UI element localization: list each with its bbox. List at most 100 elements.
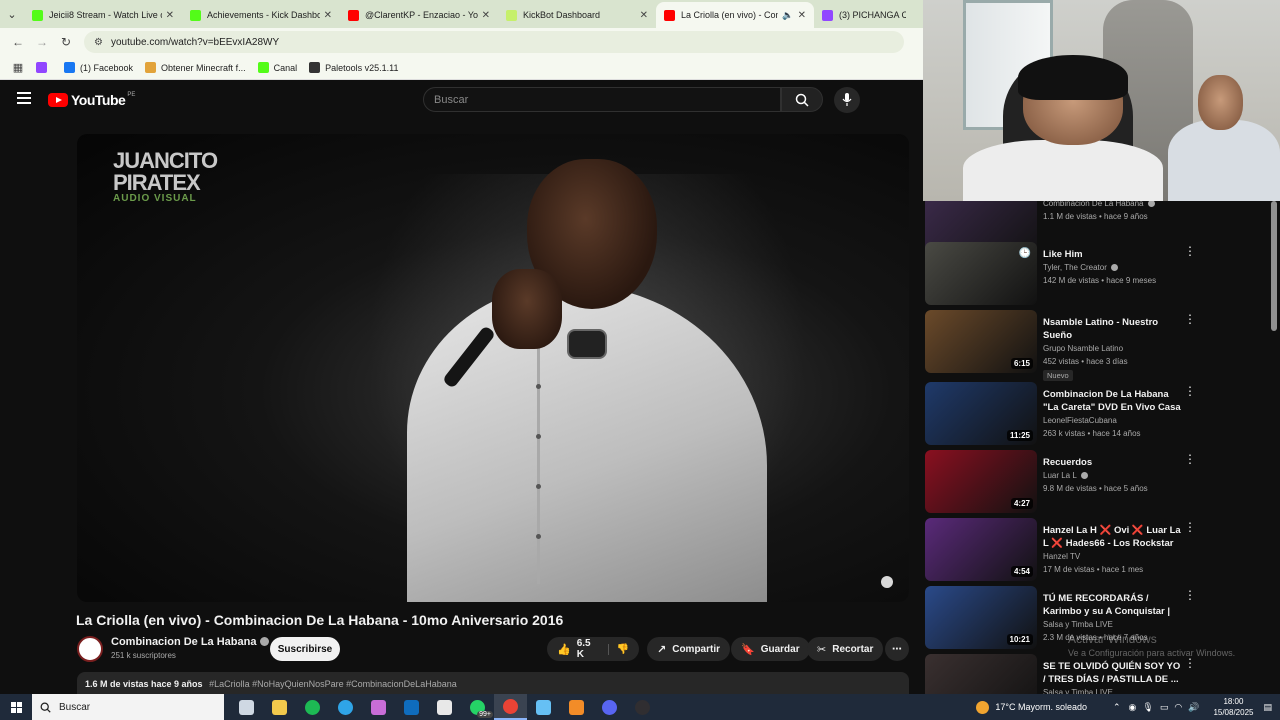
- taskbar-app-app-orange[interactable]: [560, 694, 593, 720]
- browser-tab[interactable]: KickBot Dashboard ✕: [498, 2, 656, 28]
- recommendation-title[interactable]: SE TE OLVIDÓ QUIÉN SOY YO / TRES DÍAS / …: [1043, 660, 1183, 686]
- taskbar-app-obs[interactable]: [626, 694, 659, 720]
- clip-button[interactable]: ✂ Recortar: [807, 637, 884, 661]
- share-button[interactable]: ↗ Compartir: [647, 637, 731, 661]
- display-icon[interactable]: ▭: [1160, 702, 1169, 713]
- recommendation-item[interactable]: 4:27 Recuerdos Luar La L 9.8 M de vistas • …: [925, 450, 1265, 516]
- start-button[interactable]: [0, 694, 32, 720]
- taskbar-app-store[interactable]: [428, 694, 461, 720]
- bookmark-item[interactable]: [36, 62, 52, 73]
- thumbs-up-icon[interactable]: 👍: [557, 643, 571, 656]
- sidebar-scrollbar[interactable]: [1271, 201, 1277, 331]
- tab-close-icon[interactable]: ✕: [482, 10, 490, 21]
- more-actions-button[interactable]: ⋯: [885, 637, 909, 661]
- recommendation-item[interactable]: SE TE OLVIDÓ QUIÉN SOY YO / TRES DÍAS / …: [925, 654, 1265, 694]
- search-input[interactable]: Buscar: [423, 87, 781, 112]
- notification-icon[interactable]: ▤: [1263, 702, 1272, 713]
- more-vertical-icon[interactable]: ⋮: [1184, 384, 1196, 398]
- recommendation-channel[interactable]: Grupo Nsamble Latino: [1043, 344, 1123, 353]
- recommendation-title[interactable]: Recuerdos: [1043, 456, 1183, 469]
- recommendation-item[interactable]: 🕒 Like Him Tyler, The Creator 142 M de vist…: [925, 242, 1265, 308]
- more-vertical-icon[interactable]: ⋮: [1184, 520, 1196, 534]
- tray-chevron-icon[interactable]: ⌃: [1113, 702, 1121, 713]
- browser-tab[interactable]: La Criolla (en vivo) - Combinacion 🔈 ✕: [656, 2, 814, 28]
- recommendation-thumbnail[interactable]: [925, 654, 1037, 694]
- bookmark-item[interactable]: (1) Facebook: [64, 62, 133, 73]
- taskbar-app-copilot[interactable]: [362, 694, 395, 720]
- bookmark-item[interactable]: Paletools v25.1.11: [309, 62, 398, 73]
- browser-tab[interactable]: (3) PICHANGA CON STREAMERS: [814, 2, 914, 28]
- like-count[interactable]: 6.5 K: [577, 638, 594, 660]
- taskbar-search[interactable]: Buscar: [32, 694, 224, 720]
- more-vertical-icon[interactable]: ⋮: [1184, 656, 1196, 670]
- recommendation-channel[interactable]: Salsa y Timba LIVE: [1043, 620, 1113, 629]
- taskbar-app-edge[interactable]: [329, 694, 362, 720]
- bookmark-item[interactable]: Canal: [257, 62, 297, 73]
- recommendation-item[interactable]: 6:15 Nsamble Latino - Nuestro Sueño Grupo …: [925, 310, 1265, 381]
- bookmark-item[interactable]: Obtener Minecraft f...: [145, 62, 246, 73]
- more-vertical-icon[interactable]: ⋮: [1184, 452, 1196, 466]
- voice-search-button[interactable]: [834, 87, 860, 113]
- taskbar-app-whatsapp[interactable]: 99+: [461, 694, 494, 720]
- recommendation-channel[interactable]: LeonelFiestaCubana: [1043, 416, 1117, 425]
- recommendation-channel[interactable]: Hanzel TV: [1043, 552, 1080, 561]
- taskbar-app-steam[interactable]: [527, 694, 560, 720]
- url-field[interactable]: ⚙ youtube.com/watch?v=bEEvxIA28WY: [84, 31, 904, 53]
- volume-icon[interactable]: 🔊: [1188, 702, 1199, 713]
- recommendation-channel[interactable]: Combinacion De La Habana: [1043, 201, 1155, 208]
- hamburger-menu-icon[interactable]: [17, 92, 31, 104]
- weather-widget[interactable]: 17°C Mayorm. soleado: [976, 700, 1087, 714]
- reload-icon[interactable]: ↻: [54, 35, 78, 49]
- more-vertical-icon[interactable]: ⋮: [1184, 244, 1196, 258]
- recommendation-thumbnail[interactable]: 🕒: [925, 242, 1037, 305]
- tab-close-icon[interactable]: ✕: [166, 10, 174, 21]
- taskbar-app-outlook[interactable]: [395, 694, 428, 720]
- video-player[interactable]: JUANCITO PIRATEX AUDIO VISUAL: [77, 134, 909, 602]
- recommendation-title[interactable]: Nsamble Latino - Nuestro Sueño: [1043, 316, 1183, 342]
- clock[interactable]: 18:00 15/08/2025: [1213, 696, 1253, 718]
- site-settings-icon[interactable]: ⚙: [94, 37, 103, 48]
- more-vertical-icon[interactable]: ⋮: [1184, 312, 1196, 326]
- tab-close-icon[interactable]: ✕: [324, 10, 332, 21]
- network-icon[interactable]: ◉: [1129, 702, 1137, 713]
- thumbs-down-icon[interactable]: 👎: [607, 643, 629, 655]
- taskbar-app-chrome[interactable]: [494, 694, 527, 720]
- microphone-tray-icon[interactable]: 🎙: [1142, 702, 1153, 713]
- channel-name[interactable]: Combinacion De La Habana: [111, 636, 270, 648]
- recommendation-channel[interactable]: Luar La L: [1043, 471, 1088, 480]
- hashtags[interactable]: #LaCriolla #NoHayQuienNosPare #Combinaci…: [209, 679, 457, 689]
- recommendation-thumbnail[interactable]: 4:27: [925, 450, 1037, 513]
- tab-audio-icon[interactable]: 🔈: [782, 10, 793, 21]
- recommendation-thumbnail[interactable]: 6:15: [925, 310, 1037, 373]
- tab-close-icon[interactable]: ✕: [640, 10, 648, 21]
- taskbar-app-file-explorer[interactable]: [263, 694, 296, 720]
- search-button[interactable]: [781, 87, 823, 112]
- taskbar-app-discord[interactable]: [593, 694, 626, 720]
- browser-tab[interactable]: Achievements - Kick Dashboard ✕: [182, 2, 340, 28]
- youtube-logo[interactable]: YouTube PE: [48, 92, 135, 108]
- watch-later-icon[interactable]: 🕒: [1019, 248, 1031, 259]
- channel-watermark-icon[interactable]: [881, 576, 893, 588]
- channel-avatar[interactable]: [77, 636, 103, 662]
- browser-tab[interactable]: @ClarentKP - Enzaciao - YouTube ✕: [340, 2, 498, 28]
- recommendation-item[interactable]: 4:54 Hanzel La H ❌ Ovi ❌ Luar La L ❌ Hade…: [925, 518, 1265, 584]
- wifi-icon[interactable]: ◠: [1174, 702, 1182, 713]
- recommendation-title[interactable]: TÚ ME RECORDARÁS / Karimbo y su A Conqui…: [1043, 592, 1183, 618]
- description-box[interactable]: 1.6 M de vistas hace 9 años #LaCriolla #…: [77, 672, 909, 694]
- tab-search-chevron-icon[interactable]: ⌄: [0, 0, 24, 28]
- apps-grid-icon[interactable]: ▦: [6, 61, 30, 74]
- more-vertical-icon[interactable]: ⋮: [1184, 588, 1196, 602]
- recommendation-title[interactable]: Combinacion De La Habana "La Careta" DVD…: [1043, 388, 1183, 414]
- subscribe-button[interactable]: Suscribirse: [270, 637, 340, 661]
- browser-tab[interactable]: Jeicii8 Stream - Watch Live on Kick ✕: [24, 2, 182, 28]
- recommendation-thumbnail[interactable]: 10:21: [925, 586, 1037, 649]
- recommendation-title[interactable]: Hanzel La H ❌ Ovi ❌ Luar La L ❌ Hades66 …: [1043, 524, 1183, 550]
- save-button[interactable]: 🔖 Guardar: [731, 637, 810, 661]
- recommendation-title[interactable]: Like Him: [1043, 248, 1183, 261]
- recommendation-thumbnail[interactable]: 11:25: [925, 382, 1037, 445]
- back-arrow-icon[interactable]: ←: [6, 35, 30, 49]
- taskbar-app-task-view[interactable]: [230, 694, 263, 720]
- recommendation-thumbnail[interactable]: 4:54: [925, 518, 1037, 581]
- recommendation-item[interactable]: 11:25 Combinacion De La Habana "La Careta…: [925, 382, 1265, 448]
- taskbar-app-spotify[interactable]: [296, 694, 329, 720]
